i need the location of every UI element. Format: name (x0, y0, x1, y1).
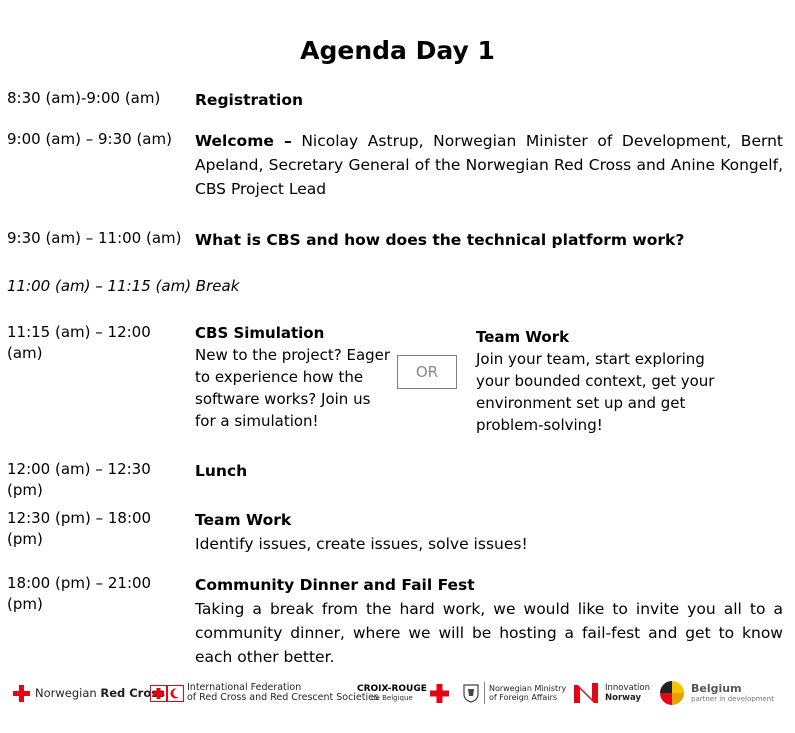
row-title: Team Work (195, 511, 292, 529)
norway-coat-of-arms-icon (463, 684, 479, 703)
row-desc: What is CBS and how does the technical p… (195, 228, 783, 252)
row-time: 12:30 (pm) – 18:00 (pm) (7, 509, 152, 548)
innovation-line1: Innovation (605, 683, 651, 693)
row-time: 9:30 (am) – 11:00 (am) (7, 229, 182, 247)
row-time: 12:00 (am) – 12:30 (pm) (7, 460, 151, 499)
red-cross-icon (429, 683, 449, 703)
cbs-simulation-text: New to the project? Eager to experience … (195, 346, 391, 430)
or-separator: OR (397, 355, 457, 389)
row-desc: Team Work Identify issues, create issues… (195, 508, 783, 556)
row-text: Taking a break from the hard work, we wo… (195, 600, 783, 666)
divider (484, 682, 485, 704)
partner-logos: Norwegian Red Cross International Federa… (0, 673, 795, 713)
row-desc: Community Dinner and Fail Fest Taking a … (195, 573, 783, 669)
team-work-title: Team Work (476, 328, 570, 346)
row-time: 11:00 (am) – 11:15 (am) Break (7, 277, 240, 295)
ifrc-line2: of Red Cross and Red Crescent Societies (187, 692, 379, 703)
logo-norwegian-mfa: Norwegian Ministry of Foreign Affairs (462, 673, 566, 713)
row-time: 18:00 (pm) – 21:00 (pm) (7, 574, 152, 613)
row-title: Registration (195, 91, 304, 109)
logo-croix-rouge: CROIX-ROUGE de Belgique (357, 673, 449, 713)
row-time: 9:00 (am) – 9:30 (am) (7, 130, 172, 148)
innovation-norway-n-icon (574, 683, 598, 703)
innovation-line2: Norway (605, 693, 642, 703)
logo-belgium: Belgium partner in development (659, 673, 774, 713)
team-work-text: Join your team, start exploring your bou… (476, 350, 715, 434)
row-time: 11:15 (am) – 12:00 (am) (7, 323, 151, 362)
mfa-line1: Norwegian Ministry (489, 684, 567, 693)
row-desc: Lunch (195, 459, 783, 483)
row-text: Identify issues, create issues, solve is… (195, 535, 528, 553)
page-title: Agenda Day 1 (300, 36, 495, 65)
logo-norwegian-red-cross: Norwegian Red Cross (13, 673, 165, 713)
row-time: 8:30 (am)-9:00 (am) (7, 89, 161, 107)
team-work-block: Team Work Join your team, start explorin… (476, 326, 736, 436)
belgium-line2: partner in development (691, 694, 774, 703)
belgium-flag-icon (660, 681, 684, 705)
row-desc: Welcome – Nicolay Astrup, Norwegian Mini… (195, 129, 783, 201)
mfa-line2: of Foreign Affairs (489, 693, 557, 702)
row-title: What is CBS and how does the technical p… (195, 231, 685, 249)
croix-rouge-line2: de Belgique (371, 694, 413, 702)
logo-innovation-norway: Innovation Norway (572, 673, 650, 713)
row-desc: Registration (195, 88, 783, 112)
cbs-simulation-block: CBS Simulation New to the project? Eager… (195, 322, 395, 432)
croix-rouge-line1: CROIX-ROUGE (357, 684, 427, 694)
cbs-simulation-title: CBS Simulation (195, 324, 325, 342)
row-title: Welcome – (195, 132, 292, 150)
belgium-line1: Belgium (691, 681, 742, 695)
row-title: Lunch (195, 462, 248, 480)
row-title: Community Dinner and Fail Fest (195, 576, 475, 594)
nrc-prefix: Norwegian (35, 686, 101, 700)
red-cross-icon (13, 684, 30, 702)
ifrc-emblem-icon (150, 684, 184, 702)
logo-ifrc: International Federation of Red Cross an… (150, 673, 379, 713)
